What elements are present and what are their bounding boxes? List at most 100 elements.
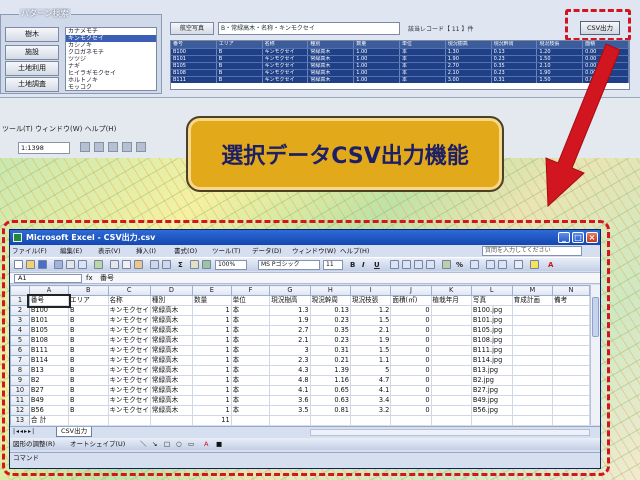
cell[interactable] bbox=[430, 305, 472, 316]
select-all-corner[interactable] bbox=[10, 285, 30, 296]
cell[interactable]: 1.5 bbox=[349, 315, 392, 326]
info-icon[interactable] bbox=[136, 142, 146, 152]
cell[interactable]: B bbox=[68, 355, 109, 366]
cell[interactable] bbox=[68, 415, 109, 425]
menu-view[interactable]: 表示(V) bbox=[98, 245, 121, 257]
fill-color-icon[interactable] bbox=[530, 260, 539, 269]
cell[interactable]: B105 bbox=[28, 325, 70, 336]
cell[interactable]: B bbox=[68, 315, 109, 326]
cell[interactable]: B100.jpg bbox=[470, 305, 513, 316]
cell[interactable]: B56 bbox=[28, 405, 70, 416]
table-row[interactable]: 4 B105 B キンモクセイ 常緑高木 1 本 2.7 0.35 2.1 0 B105.jpg bbox=[10, 325, 590, 336]
table-row[interactable]: 7 B114 B キンモクセイ 常緑高木 1 本 2.3 0.21 1.1 0 B114.jpg bbox=[10, 355, 590, 366]
bold-button[interactable]: B bbox=[350, 260, 355, 270]
result-grid-column-header[interactable]: 名称 bbox=[263, 41, 309, 48]
cell[interactable]: 0 bbox=[390, 405, 432, 416]
cell[interactable]: エリア bbox=[68, 295, 109, 306]
row-header[interactable]: 9 bbox=[10, 375, 30, 386]
cell[interactable] bbox=[552, 395, 590, 406]
row-header[interactable]: 12 bbox=[10, 405, 30, 416]
decrease-indent-icon[interactable] bbox=[498, 260, 507, 269]
cell[interactable]: 0 bbox=[390, 365, 432, 376]
species-list-item[interactable]: キンモクセイ bbox=[66, 35, 156, 42]
cell[interactable] bbox=[269, 415, 311, 425]
cell[interactable] bbox=[230, 415, 271, 425]
align-right-icon[interactable] bbox=[414, 260, 423, 269]
percent-style-icon[interactable]: % bbox=[456, 260, 463, 270]
horizontal-scrollbar[interactable] bbox=[310, 429, 590, 436]
cell[interactable]: 0 bbox=[390, 375, 432, 386]
species-list-item[interactable]: ホルトノキ bbox=[66, 77, 156, 84]
formula-input[interactable]: 番号 bbox=[100, 273, 114, 284]
cell[interactable]: B114.jpg bbox=[470, 355, 513, 366]
cell[interactable] bbox=[552, 415, 590, 425]
cell[interactable] bbox=[552, 365, 590, 376]
paste-icon[interactable] bbox=[134, 260, 143, 269]
cell[interactable]: B bbox=[68, 345, 109, 356]
gis-menu-bar[interactable]: ツール(T) ウィンドウ(W) ヘルプ(H) bbox=[2, 124, 116, 134]
minimize-icon[interactable]: _ bbox=[558, 232, 570, 243]
zoom-out-icon[interactable] bbox=[94, 142, 104, 152]
cell[interactable]: 3 bbox=[269, 345, 311, 356]
column-header[interactable]: J bbox=[390, 285, 432, 296]
cell[interactable]: 面積(㎡) bbox=[390, 295, 432, 306]
cell[interactable]: 0.23 bbox=[309, 315, 352, 326]
worksheet-table[interactable]: ABCDEFGHIJKLMN 1 番号 エリア 名称 種別 数量 単位 現況樹高 現況幹周 現況枝… bbox=[10, 285, 590, 425]
header-row[interactable]: 1 番号 エリア 名称 種別 数量 単位 現況樹高 現況幹周 現況枝張 面積(㎡) 植栽年月 写真 育成計… bbox=[10, 293, 590, 308]
cell[interactable] bbox=[107, 415, 151, 425]
sheet-tab-csv[interactable]: CSV出力 bbox=[56, 427, 93, 437]
species-list-item[interactable]: ヒイラギモクセイ bbox=[66, 70, 156, 77]
search-condition-field[interactable]: B・常緑高木・名称・キンモクセイ bbox=[218, 22, 400, 35]
column-header[interactable]: I bbox=[349, 285, 392, 296]
cell[interactable]: 0 bbox=[390, 345, 432, 356]
column-header[interactable]: D bbox=[149, 285, 194, 296]
menu-help[interactable]: ヘルプ(H) bbox=[340, 245, 369, 257]
menu-edit[interactable]: 編集(E) bbox=[60, 245, 82, 257]
cell[interactable]: 常緑高木 bbox=[149, 375, 194, 386]
cell[interactable]: キンモクセイ bbox=[107, 365, 151, 376]
cell[interactable]: 番号 bbox=[27, 293, 71, 308]
cell[interactable] bbox=[430, 325, 472, 336]
cell[interactable]: 0.21 bbox=[309, 355, 352, 366]
cell[interactable]: B bbox=[68, 375, 109, 386]
cell[interactable]: 常緑高木 bbox=[149, 365, 194, 376]
cell[interactable]: 写真 bbox=[470, 295, 513, 306]
cell[interactable]: キンモクセイ bbox=[107, 385, 151, 396]
cell[interactable] bbox=[430, 385, 472, 396]
table-row[interactable]: 12 B56 B キンモクセイ 常緑高木 1 本 3.5 0.81 3.2 0 B56.jpg bbox=[10, 405, 590, 416]
cell[interactable]: 0.23 bbox=[309, 335, 352, 346]
row-header[interactable]: 3 bbox=[10, 315, 30, 326]
row-header[interactable]: 10 bbox=[10, 385, 30, 396]
cell[interactable] bbox=[349, 415, 392, 425]
cell[interactable]: 1.2 bbox=[349, 305, 392, 316]
cell[interactable]: 0 bbox=[390, 335, 432, 346]
italic-button[interactable]: I bbox=[362, 260, 365, 270]
row-header[interactable]: 6 bbox=[10, 345, 30, 356]
redo-icon[interactable] bbox=[162, 260, 171, 269]
species-list-item[interactable]: モッコク bbox=[66, 84, 156, 90]
pattern-button-facilities[interactable]: 施設 bbox=[5, 45, 59, 60]
cell[interactable]: B2.jpg bbox=[470, 375, 513, 386]
table-row[interactable]: 3 B101 B キンモクセイ 常緑高木 1 本 1.9 0.23 1.5 0 B101.jpg bbox=[10, 315, 590, 326]
scrollbar-thumb[interactable] bbox=[592, 297, 599, 337]
cell[interactable]: 本 bbox=[230, 395, 271, 406]
sheet-navigation-icon[interactable]: |◂◂▸▸| bbox=[13, 427, 35, 437]
cut-icon[interactable] bbox=[110, 260, 119, 269]
cell[interactable]: 本 bbox=[230, 365, 271, 376]
table-row[interactable]: 8 B13 B キンモクセイ 常緑高木 1 本 4.3 1.39 5 0 B13.jpg bbox=[10, 365, 590, 376]
cell[interactable]: 本 bbox=[230, 375, 271, 386]
cell[interactable] bbox=[552, 355, 590, 366]
column-header[interactable]: H bbox=[309, 285, 352, 296]
cell[interactable]: B bbox=[68, 395, 109, 406]
result-grid-column-header[interactable]: 数量 bbox=[354, 41, 400, 48]
cell[interactable] bbox=[552, 345, 590, 356]
cell[interactable] bbox=[552, 405, 590, 416]
cell[interactable]: 1 bbox=[192, 325, 232, 336]
cell[interactable]: B108.jpg bbox=[470, 335, 513, 346]
cell[interactable]: B49 bbox=[28, 395, 70, 406]
cell[interactable]: B56.jpg bbox=[470, 405, 513, 416]
cell[interactable]: 数量 bbox=[192, 295, 232, 306]
table-row[interactable]: 5 B108 B キンモクセイ 常緑高木 1 本 2.1 0.23 1.9 0 B108.jpg bbox=[10, 335, 590, 346]
cell[interactable]: B2 bbox=[28, 375, 70, 386]
pattern-button-land-use[interactable]: 土地利用 bbox=[5, 61, 59, 76]
